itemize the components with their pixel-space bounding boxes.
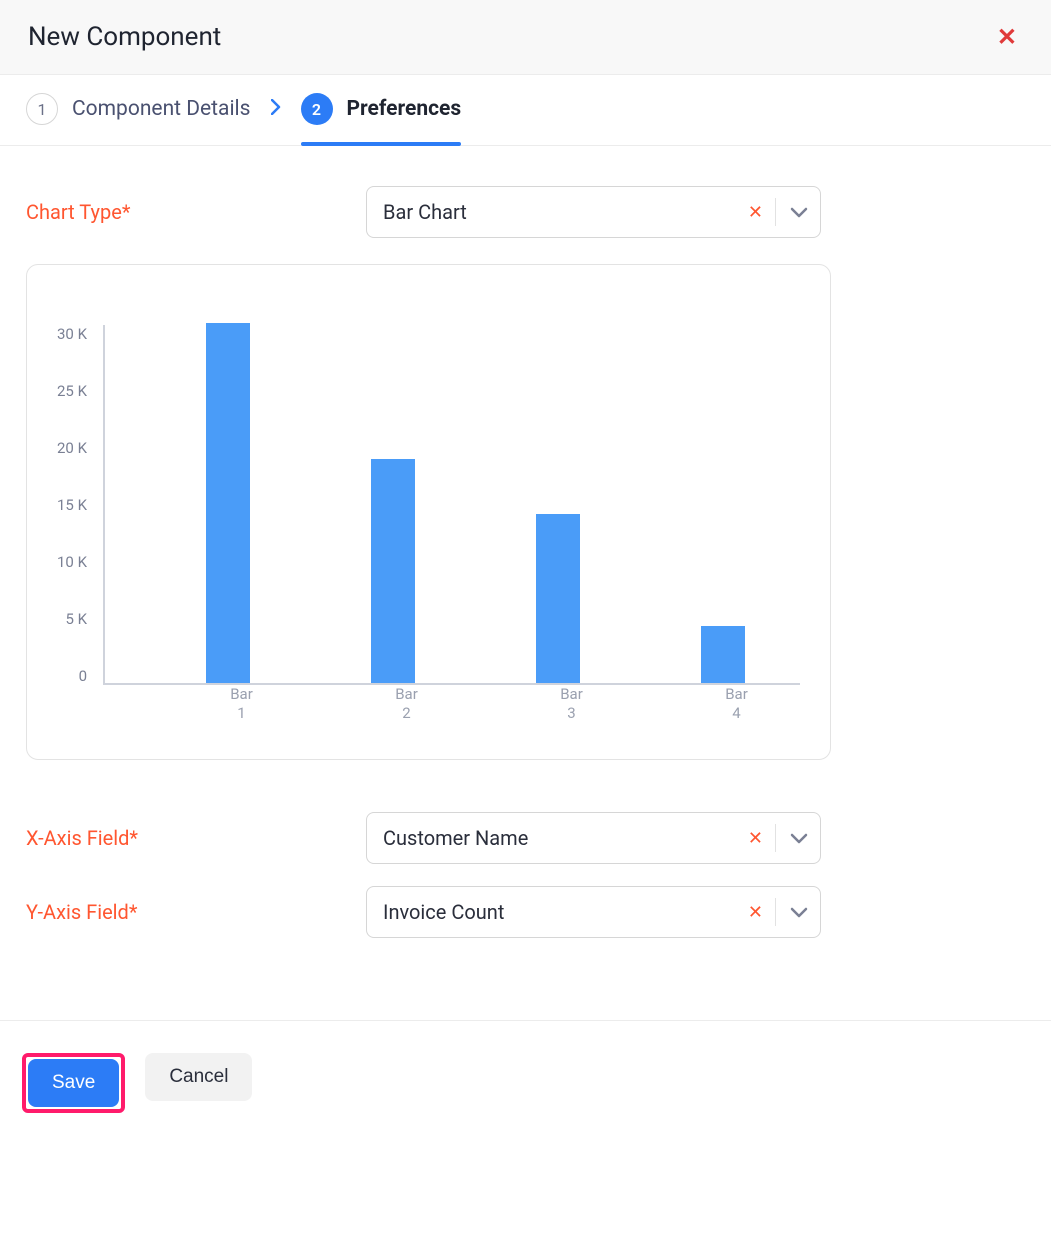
y-tick: 15 K [57,496,87,514]
y-axis: 30 K 25 K 20 K 15 K 10 K 5 K 0 [57,325,87,685]
x-axis: Bar1 Bar2 Bar3 Bar4 [119,685,800,725]
chevron-down-icon[interactable] [776,826,808,850]
clear-icon[interactable]: ✕ [736,902,775,923]
y-tick: 0 [79,667,87,685]
field-row-chart-type: Chart Type* Bar Chart ✕ [26,186,1025,238]
bar [371,459,415,683]
x-tick: Bar3 [560,685,583,723]
y-tick: 20 K [57,439,87,457]
chart-preview: 30 K25 K20 K15 K10 K5 K0 Bar1Bar2Bar3Bar… [26,264,831,760]
y-tick: 5 K [65,610,87,628]
step-number-2: 2 [301,93,333,125]
form-area: Chart Type* Bar Chart ✕ 30 K 25 K 20 K 15 K… [0,146,1051,1020]
bar [536,514,580,683]
y-tick: 10 K [57,553,87,571]
x-tick: Bar4 [725,685,748,723]
step-nav: 1 Component Details 2 Preferences [0,75,1051,146]
step-preferences[interactable]: 2 Preferences [301,93,462,145]
field-row-y-axis: Y-Axis Field* Invoice Count ✕ [26,886,1025,938]
close-icon[interactable]: ✕ [991,23,1023,51]
bar [206,323,250,683]
chevron-down-icon[interactable] [776,900,808,924]
field-label: Chart Type* [26,200,366,224]
plot-area [103,325,800,685]
save-button[interactable]: Save [28,1059,119,1107]
field-label: Y-Axis Field* [26,900,366,924]
step-label: Preferences [347,97,462,121]
chart-type-select[interactable]: Bar Chart ✕ [366,186,821,238]
bar [701,626,745,683]
chevron-right-icon [271,99,281,140]
save-highlight: Save [22,1053,125,1113]
field-label: X-Axis Field* [26,826,366,850]
y-tick: 25 K [57,382,87,400]
step-component-details[interactable]: 1 Component Details [26,93,251,145]
step-label: Component Details [72,97,251,121]
clear-icon[interactable]: ✕ [736,202,775,223]
y-tick: 30 K [57,325,87,343]
chevron-down-icon[interactable] [776,200,808,224]
clear-icon[interactable]: ✕ [736,828,775,849]
select-value: Customer Name [383,826,736,850]
select-value: Bar Chart [383,200,736,224]
field-row-x-axis: X-Axis Field* Customer Name ✕ [26,812,1025,864]
x-tick: Bar1 [230,685,253,723]
modal-header: New Component ✕ [0,0,1051,75]
step-number-1: 1 [26,93,58,125]
select-value: Invoice Count [383,900,736,924]
x-axis-select[interactable]: Customer Name ✕ [366,812,821,864]
cancel-button[interactable]: Cancel [145,1053,252,1101]
modal-title: New Component [28,22,221,52]
y-axis-select[interactable]: Invoice Count ✕ [366,886,821,938]
footer: Save Cancel [0,1020,1051,1145]
x-tick: Bar2 [395,685,418,723]
